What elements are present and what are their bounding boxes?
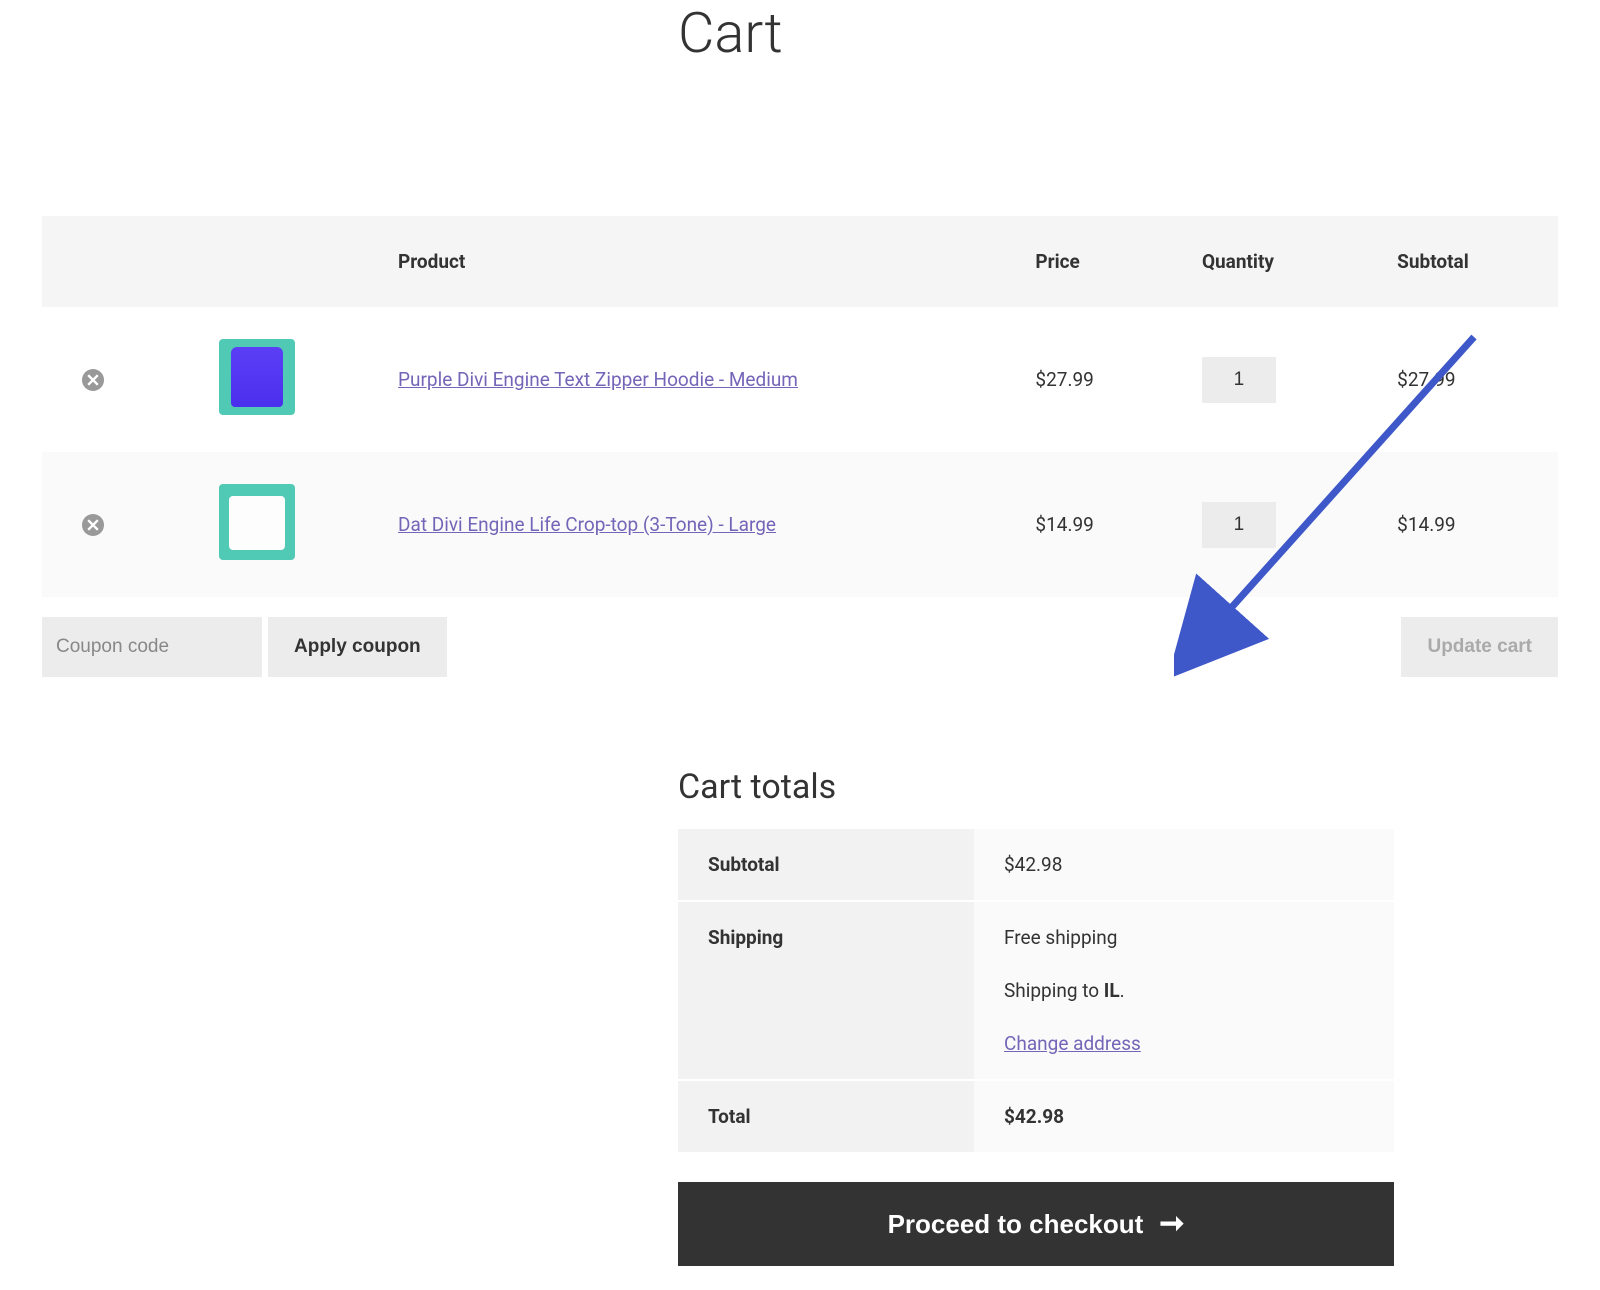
col-header-product: Product — [398, 216, 1035, 307]
remove-item-button[interactable] — [82, 369, 104, 391]
item-subtotal: $27.99 — [1397, 307, 1558, 452]
coupon-input[interactable] — [42, 617, 262, 677]
proceed-to-checkout-button[interactable]: Proceed to checkout ➞ — [678, 1182, 1394, 1266]
item-price: $14.99 — [1035, 452, 1202, 597]
total-value: $42.98 — [974, 1080, 1394, 1153]
quantity-input[interactable] — [1202, 357, 1276, 403]
cart-totals-section: Cart totals Subtotal $42.98 Shipping Fre… — [678, 767, 1394, 1266]
checkout-label: Proceed to checkout — [888, 1209, 1144, 1240]
shipping-label: Shipping — [678, 901, 974, 1080]
subtotal-label: Subtotal — [678, 829, 974, 901]
total-label: Total — [678, 1080, 974, 1153]
shipping-destination: Shipping to IL. — [1004, 979, 1364, 1002]
close-icon — [87, 519, 99, 531]
totals-table: Subtotal $42.98 Shipping Free shipping S… — [678, 829, 1394, 1154]
change-address-link[interactable]: Change address — [1004, 1032, 1141, 1055]
cart-table: Product Price Quantity Subtotal Purple D… — [42, 216, 1558, 597]
product-thumbnail[interactable] — [219, 484, 295, 560]
shipping-method: Free shipping — [1004, 926, 1364, 949]
table-row: Dat Divi Engine Life Crop-top (3-Tone) -… — [42, 452, 1558, 597]
table-row: Purple Divi Engine Text Zipper Hoodie - … — [42, 307, 1558, 452]
shipping-cell: Free shipping Shipping to IL. Change add… — [974, 901, 1394, 1080]
arrow-right-icon: ➞ — [1159, 1209, 1184, 1239]
col-header-price: Price — [1035, 216, 1202, 307]
col-header-quantity: Quantity — [1202, 216, 1397, 307]
col-header-subtotal: Subtotal — [1397, 216, 1558, 307]
product-link[interactable]: Dat Divi Engine Life Crop-top (3-Tone) -… — [398, 513, 776, 536]
item-subtotal: $14.99 — [1397, 452, 1558, 597]
page-title: Cart — [678, 0, 1558, 66]
product-link[interactable]: Purple Divi Engine Text Zipper Hoodie - … — [398, 368, 798, 391]
item-price: $27.99 — [1035, 307, 1202, 452]
coupon-section: Apply coupon — [42, 617, 447, 677]
close-icon — [87, 374, 99, 386]
quantity-input[interactable] — [1202, 502, 1276, 548]
subtotal-value: $42.98 — [974, 829, 1394, 901]
col-header-thumbnail — [191, 216, 398, 307]
update-cart-button[interactable]: Update cart — [1401, 617, 1558, 677]
remove-item-button[interactable] — [82, 514, 104, 536]
apply-coupon-button[interactable]: Apply coupon — [268, 617, 447, 677]
cart-actions: Apply coupon Update cart — [42, 617, 1558, 677]
col-header-remove — [42, 216, 191, 307]
cart-totals-title: Cart totals — [678, 767, 1394, 807]
product-thumbnail[interactable] — [219, 339, 295, 415]
